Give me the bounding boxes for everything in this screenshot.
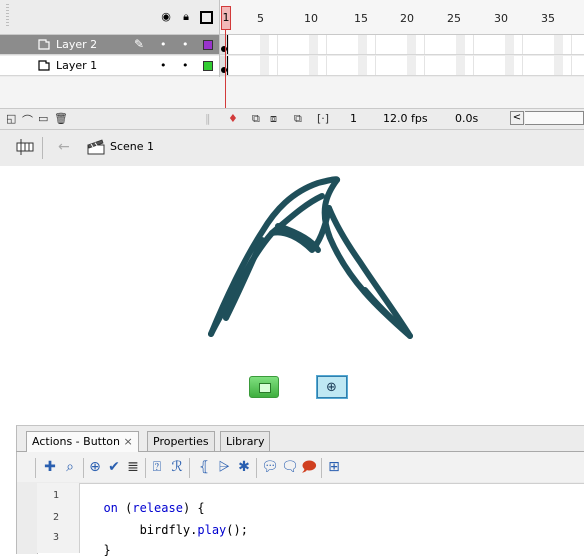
insert-layer-icon[interactable]: ◱ — [6, 112, 16, 125]
lock-dot[interactable]: • — [182, 38, 189, 51]
collapse-between-braces-icon[interactable]: ⦃ — [196, 459, 212, 475]
frame-number: 15 — [354, 12, 368, 25]
insert-folder-icon[interactable]: ▭ — [38, 112, 48, 125]
delete-layer-icon[interactable]: 🗑︎ — [54, 112, 68, 125]
current-frame: 1 — [350, 112, 357, 125]
collapse-selection-icon[interactable]: ⩥ — [216, 459, 232, 475]
keyframe[interactable] — [220, 56, 228, 75]
separator — [42, 137, 43, 159]
scroll-left-button[interactable]: < — [510, 111, 524, 125]
divider-grip-icon: ‖ — [205, 112, 211, 125]
layer-page-icon — [38, 60, 50, 71]
horizontal-scrollbar[interactable] — [525, 111, 584, 125]
line-number: 3 — [53, 532, 60, 543]
fly-button[interactable]: ⊕ — [316, 375, 348, 399]
onion-skin-icon[interactable]: ⧉ — [252, 112, 260, 126]
lock-icon[interactable]: 🔒︎ — [180, 11, 192, 23]
visibility-dot[interactable]: • — [160, 38, 167, 51]
visibility-dot[interactable]: • — [160, 59, 167, 72]
tab-properties[interactable]: Properties — [147, 431, 215, 451]
frame-number: 30 — [494, 12, 508, 25]
frame-number: 25 — [447, 12, 461, 25]
playhead[interactable]: 1 — [221, 6, 231, 30]
tab-label: Library — [226, 435, 265, 448]
edit-bar: ← Scene 1 — [0, 129, 584, 167]
code-hint-icon[interactable]: ⍰ — [149, 459, 165, 475]
layer-color-swatch[interactable] — [203, 40, 213, 50]
back-arrow-icon[interactable]: ← — [58, 139, 70, 155]
separator — [145, 458, 146, 478]
clapper-icon — [87, 139, 105, 155]
bird-drawing[interactable] — [0, 166, 584, 420]
separator — [83, 458, 84, 478]
playhead-frame: 1 — [222, 11, 230, 24]
tab-library[interactable]: Library — [220, 431, 271, 451]
separator — [256, 458, 257, 478]
modify-onion-markers-icon[interactable]: [·] — [317, 112, 329, 125]
expand-all-icon[interactable]: ✱ — [236, 459, 252, 475]
check-syntax-icon[interactable]: ✔ — [106, 459, 122, 475]
pencil-icon: ✎ — [134, 37, 145, 51]
stage[interactable] — [0, 166, 584, 420]
timeline-empty-area — [0, 77, 584, 110]
code-token: play — [197, 523, 227, 537]
frame-number: 5 — [257, 12, 264, 25]
frames-row-layer-2[interactable] — [220, 35, 584, 55]
code-line-2[interactable]: birdfly.play(); — [89, 509, 248, 537]
find-icon[interactable]: ⌕ — [62, 459, 78, 475]
scene-label[interactable]: Scene 1 — [110, 140, 154, 153]
onion-skin-outlines-icon[interactable]: ⧈ — [270, 112, 277, 126]
timeline-toggle-icon[interactable] — [16, 139, 34, 155]
layer-page-icon — [38, 39, 50, 50]
panel-grip-icon[interactable] — [6, 4, 9, 28]
center-frame-icon[interactable]: ♦ — [228, 112, 238, 125]
apply-line-comment-icon[interactable]: 🗨︎ — [281, 459, 299, 475]
frames-row-layer-1[interactable] — [220, 56, 584, 76]
separator — [189, 458, 190, 478]
outline-icon[interactable] — [200, 11, 213, 24]
layer-row-layer-1[interactable]: Layer 1 • • — [0, 56, 219, 76]
motion-guide-icon[interactable]: ⌒ — [22, 112, 33, 128]
actions-toolbar: ✚ ⌕ ⊕ ✔ ≣ ⍰ ℛ ⦃ ⩥ ✱ 💬︎ 🗨︎ 🗩︎ ⊞ — [17, 452, 584, 482]
play-button[interactable] — [249, 376, 279, 398]
apply-block-comment-icon[interactable]: 💬︎ — [261, 459, 279, 475]
eye-icon[interactable]: ◉ — [160, 11, 172, 23]
lock-dot[interactable]: • — [182, 59, 189, 72]
frame-number: 35 — [541, 12, 555, 25]
tab-close-icon[interactable]: × — [124, 435, 133, 448]
layer-name: Layer 2 — [56, 38, 98, 51]
layer-color-swatch[interactable] — [203, 61, 213, 71]
tab-label: Actions - Button — [32, 435, 120, 448]
code-token: } — [103, 543, 111, 557]
remove-comment-icon[interactable]: 🗩︎ — [301, 459, 317, 475]
layer-row-layer-2[interactable]: Layer 2 ✎ • • — [0, 35, 219, 55]
code-token: (); — [226, 523, 248, 537]
keyframe-dot — [221, 67, 227, 73]
separator — [35, 458, 36, 478]
timeline-footer: ◱ ⌒ ▭ 🗑︎ ‖ ♦ ⧉ ⧈ ⧉ [·] 1 12.0 fps 0.0s — [0, 108, 584, 129]
tab-actions-button[interactable]: Actions - Button × — [26, 431, 139, 452]
separator — [321, 458, 322, 478]
debug-options-icon[interactable]: ℛ — [169, 459, 185, 475]
show-hide-toolbox-icon[interactable]: ⊞ — [326, 459, 342, 475]
auto-format-icon[interactable]: ≣ — [125, 459, 141, 475]
layer-name: Layer 1 — [56, 59, 98, 72]
frame-number: 10 — [304, 12, 318, 25]
frame-number: 20 — [400, 12, 414, 25]
tab-label: Properties — [153, 435, 209, 448]
frame-rate[interactable]: 12.0 fps — [383, 112, 428, 125]
line-number: 2 — [53, 512, 60, 523]
keyframe[interactable] — [220, 35, 228, 54]
keyframe-dot — [221, 46, 227, 52]
target-path-icon[interactable]: ⊕ — [87, 459, 103, 475]
crosshair-icon: ⊕ — [326, 380, 337, 395]
code-token: birdfly. — [103, 523, 198, 537]
elapsed-time: 0.0s — [455, 112, 479, 125]
edit-multiple-frames-icon[interactable]: ⧉ — [294, 112, 302, 126]
line-number: 1 — [53, 490, 60, 501]
frame-ruler[interactable]: 5 10 15 20 25 30 35 — [220, 0, 584, 34]
add-script-item-icon[interactable]: ✚ — [42, 459, 58, 475]
play-button-face-icon — [259, 383, 271, 393]
